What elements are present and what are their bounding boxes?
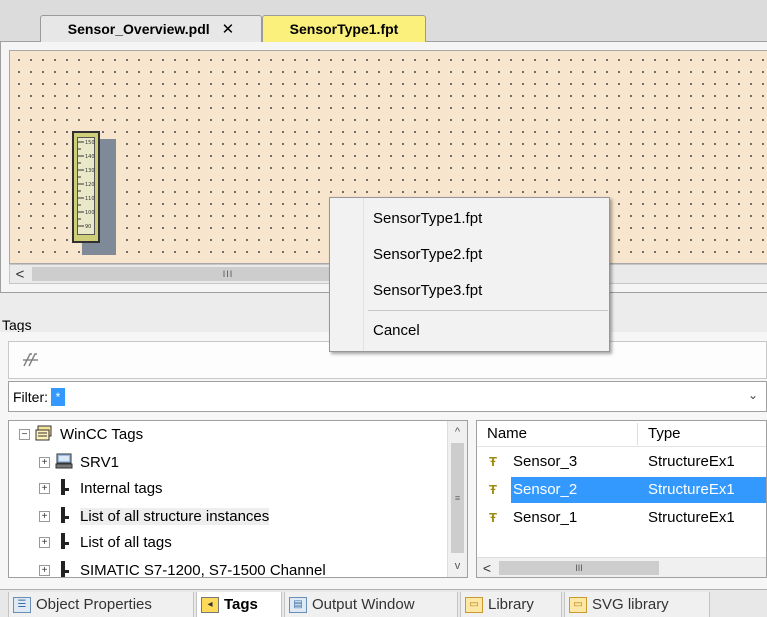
scroll-left-button[interactable]: < <box>10 265 30 283</box>
menu-item-sensortype3[interactable]: SensorType3.fpt <box>373 274 603 306</box>
tag-list[interactable]: Name Type Ŧ Sensor_3 StructureEx1 Ŧ Sens… <box>476 420 767 578</box>
tree-item-simatic-channel[interactable]: + SIMATIC S7-1200, S7-1500 Channel <box>39 557 326 578</box>
tab-label: Tags <box>224 596 258 613</box>
tag-filter-icon[interactable] <box>21 351 41 374</box>
tab-object-properties[interactable]: ☰ Object Properties <box>8 592 194 617</box>
chevron-down-icon[interactable]: ⌄ <box>748 388 758 402</box>
column-header-type[interactable]: Type <box>648 425 681 442</box>
expand-icon[interactable]: + <box>39 564 50 576</box>
table-row-selected[interactable]: Ŧ Sensor_2 StructureEx1 <box>477 477 766 503</box>
gauge-ticks-icon: 150 140 130 120 110 100 90 <box>78 140 95 230</box>
menu-item-sensortype1[interactable]: SensorType1.fpt <box>373 202 603 234</box>
server-icon <box>54 453 74 472</box>
bar-gauge-object[interactable]: 150 140 130 120 110 100 90 <box>72 131 100 243</box>
row-name: Sensor_2 <box>513 481 580 498</box>
menu-item-sensortype2[interactable]: SensorType2.fpt <box>373 238 603 270</box>
row-type: StructureEx1 <box>648 509 735 526</box>
tree-item-label: List of all structure instances <box>80 507 270 525</box>
tab-label: SensorType1.fpt <box>289 21 399 37</box>
tree-item-all-tags[interactable]: + List of all tags <box>39 529 172 555</box>
tag-tree[interactable]: − WinCC Tags + SRV1 + Internal tags + Li… <box>8 420 468 578</box>
gauge-label: 130 <box>85 168 95 174</box>
gauge-label: 110 <box>85 196 95 202</box>
tag-database-icon <box>34 425 54 444</box>
table-row[interactable]: Ŧ Sensor_3 StructureEx1 <box>477 449 766 475</box>
tree-item-label: SRV1 <box>80 453 119 471</box>
tab-output-window[interactable]: ▤ Output Window <box>284 592 458 617</box>
tab-label: SVG library <box>592 596 669 613</box>
tree-item-srv1[interactable]: + SRV1 <box>39 449 119 475</box>
expand-icon[interactable]: + <box>39 482 50 494</box>
tree-vertical-scrollbar[interactable]: ^ ≡ v <box>447 421 467 577</box>
filter-label: Filter: <box>13 388 48 405</box>
gauge-label: 140 <box>85 154 95 160</box>
structure-tag-icon: Ŧ <box>489 510 497 525</box>
tab-label: Output Window <box>312 596 415 613</box>
tab-label: Library <box>488 596 534 613</box>
tag-group-icon <box>54 532 74 553</box>
close-icon[interactable]: ✕ <box>222 20 235 38</box>
tree-item-label: WinCC Tags <box>60 425 144 443</box>
output-window-icon: ▤ <box>289 596 307 613</box>
column-header-name[interactable]: Name <box>487 425 527 442</box>
scroll-up-button[interactable]: ^ <box>448 423 467 441</box>
list-horizontal-scrollbar[interactable]: < III <box>477 557 766 577</box>
row-type: StructureEx1 <box>648 481 735 498</box>
tag-group-icon <box>54 560 74 578</box>
tree-item-label: Internal tags <box>80 479 163 497</box>
tab-label: Sensor_Overview.pdl <box>67 21 210 37</box>
scroll-left-button[interactable]: < <box>479 559 495 576</box>
svg-library-icon: ▭ <box>569 596 587 613</box>
gauge-label: 100 <box>85 210 95 216</box>
document-tab-strip: Sensor_Overview.pdl ✕ SensorType1.fpt <box>0 0 767 42</box>
tab-library[interactable]: ▭ Library <box>460 592 562 617</box>
tree-item-label: SIMATIC S7-1200, S7-1500 Channel <box>80 561 326 578</box>
tab-sensor-overview[interactable]: Sensor_Overview.pdl ✕ <box>40 15 262 42</box>
filter-row: Filter: ⌄ <box>8 381 767 412</box>
collapse-icon[interactable]: − <box>19 428 30 440</box>
tag-group-icon <box>54 506 74 527</box>
filter-input[interactable] <box>51 387 65 406</box>
properties-icon: ☰ <box>13 596 31 613</box>
tree-item-internal-tags[interactable]: + Internal tags <box>39 475 163 501</box>
tab-svg-library[interactable]: ▭ SVG library <box>564 592 710 617</box>
expand-icon[interactable]: + <box>39 536 50 548</box>
gauge-label: 120 <box>85 182 95 188</box>
expand-icon[interactable]: + <box>39 456 50 468</box>
tags-pane: Filter: ⌄ − WinCC Tags + SRV1 + Internal… <box>0 332 767 589</box>
gauge-scale: 150 140 130 120 110 100 90 <box>77 137 95 235</box>
tags-pane-title: Tags <box>2 317 32 333</box>
column-divider[interactable] <box>637 423 638 445</box>
scroll-thumb[interactable]: III <box>499 561 659 575</box>
gauge-label: 150 <box>85 140 95 146</box>
context-menu: SensorType1.fpt SensorType2.fpt SensorTy… <box>329 197 610 352</box>
menu-icon-gutter <box>330 198 364 351</box>
tree-item-wincc-tags[interactable]: − WinCC Tags <box>19 421 143 447</box>
structure-tag-icon: Ŧ <box>489 454 497 469</box>
tree-item-label: List of all tags <box>80 533 172 551</box>
library-icon: ▭ <box>465 596 483 613</box>
row-type: StructureEx1 <box>648 453 735 470</box>
tags-icon: ◂ <box>201 596 219 613</box>
tag-group-icon <box>54 478 74 499</box>
row-name: Sensor_3 <box>513 453 578 470</box>
table-row[interactable]: Ŧ Sensor_1 StructureEx1 <box>477 505 766 531</box>
menu-separator <box>368 310 608 311</box>
tree-item-structure-instances[interactable]: + List of all structure instances <box>39 503 270 529</box>
scroll-down-button[interactable]: v <box>448 557 467 575</box>
tab-label: Object Properties <box>36 596 152 613</box>
gauge-label: 90 <box>85 224 91 230</box>
tab-tags[interactable]: ◂ Tags <box>196 592 282 617</box>
scroll-thumb[interactable]: ≡ <box>451 443 464 553</box>
structure-tag-icon: Ŧ <box>489 482 497 497</box>
expand-icon[interactable]: + <box>39 510 50 522</box>
menu-item-cancel[interactable]: Cancel <box>373 314 603 346</box>
tab-sensortype1[interactable]: SensorType1.fpt <box>262 15 426 42</box>
list-header: Name Type <box>477 421 766 447</box>
row-name: Sensor_1 <box>513 509 578 526</box>
bottom-tab-bar: ☰ Object Properties ◂ Tags ▤ Output Wind… <box>0 589 767 617</box>
